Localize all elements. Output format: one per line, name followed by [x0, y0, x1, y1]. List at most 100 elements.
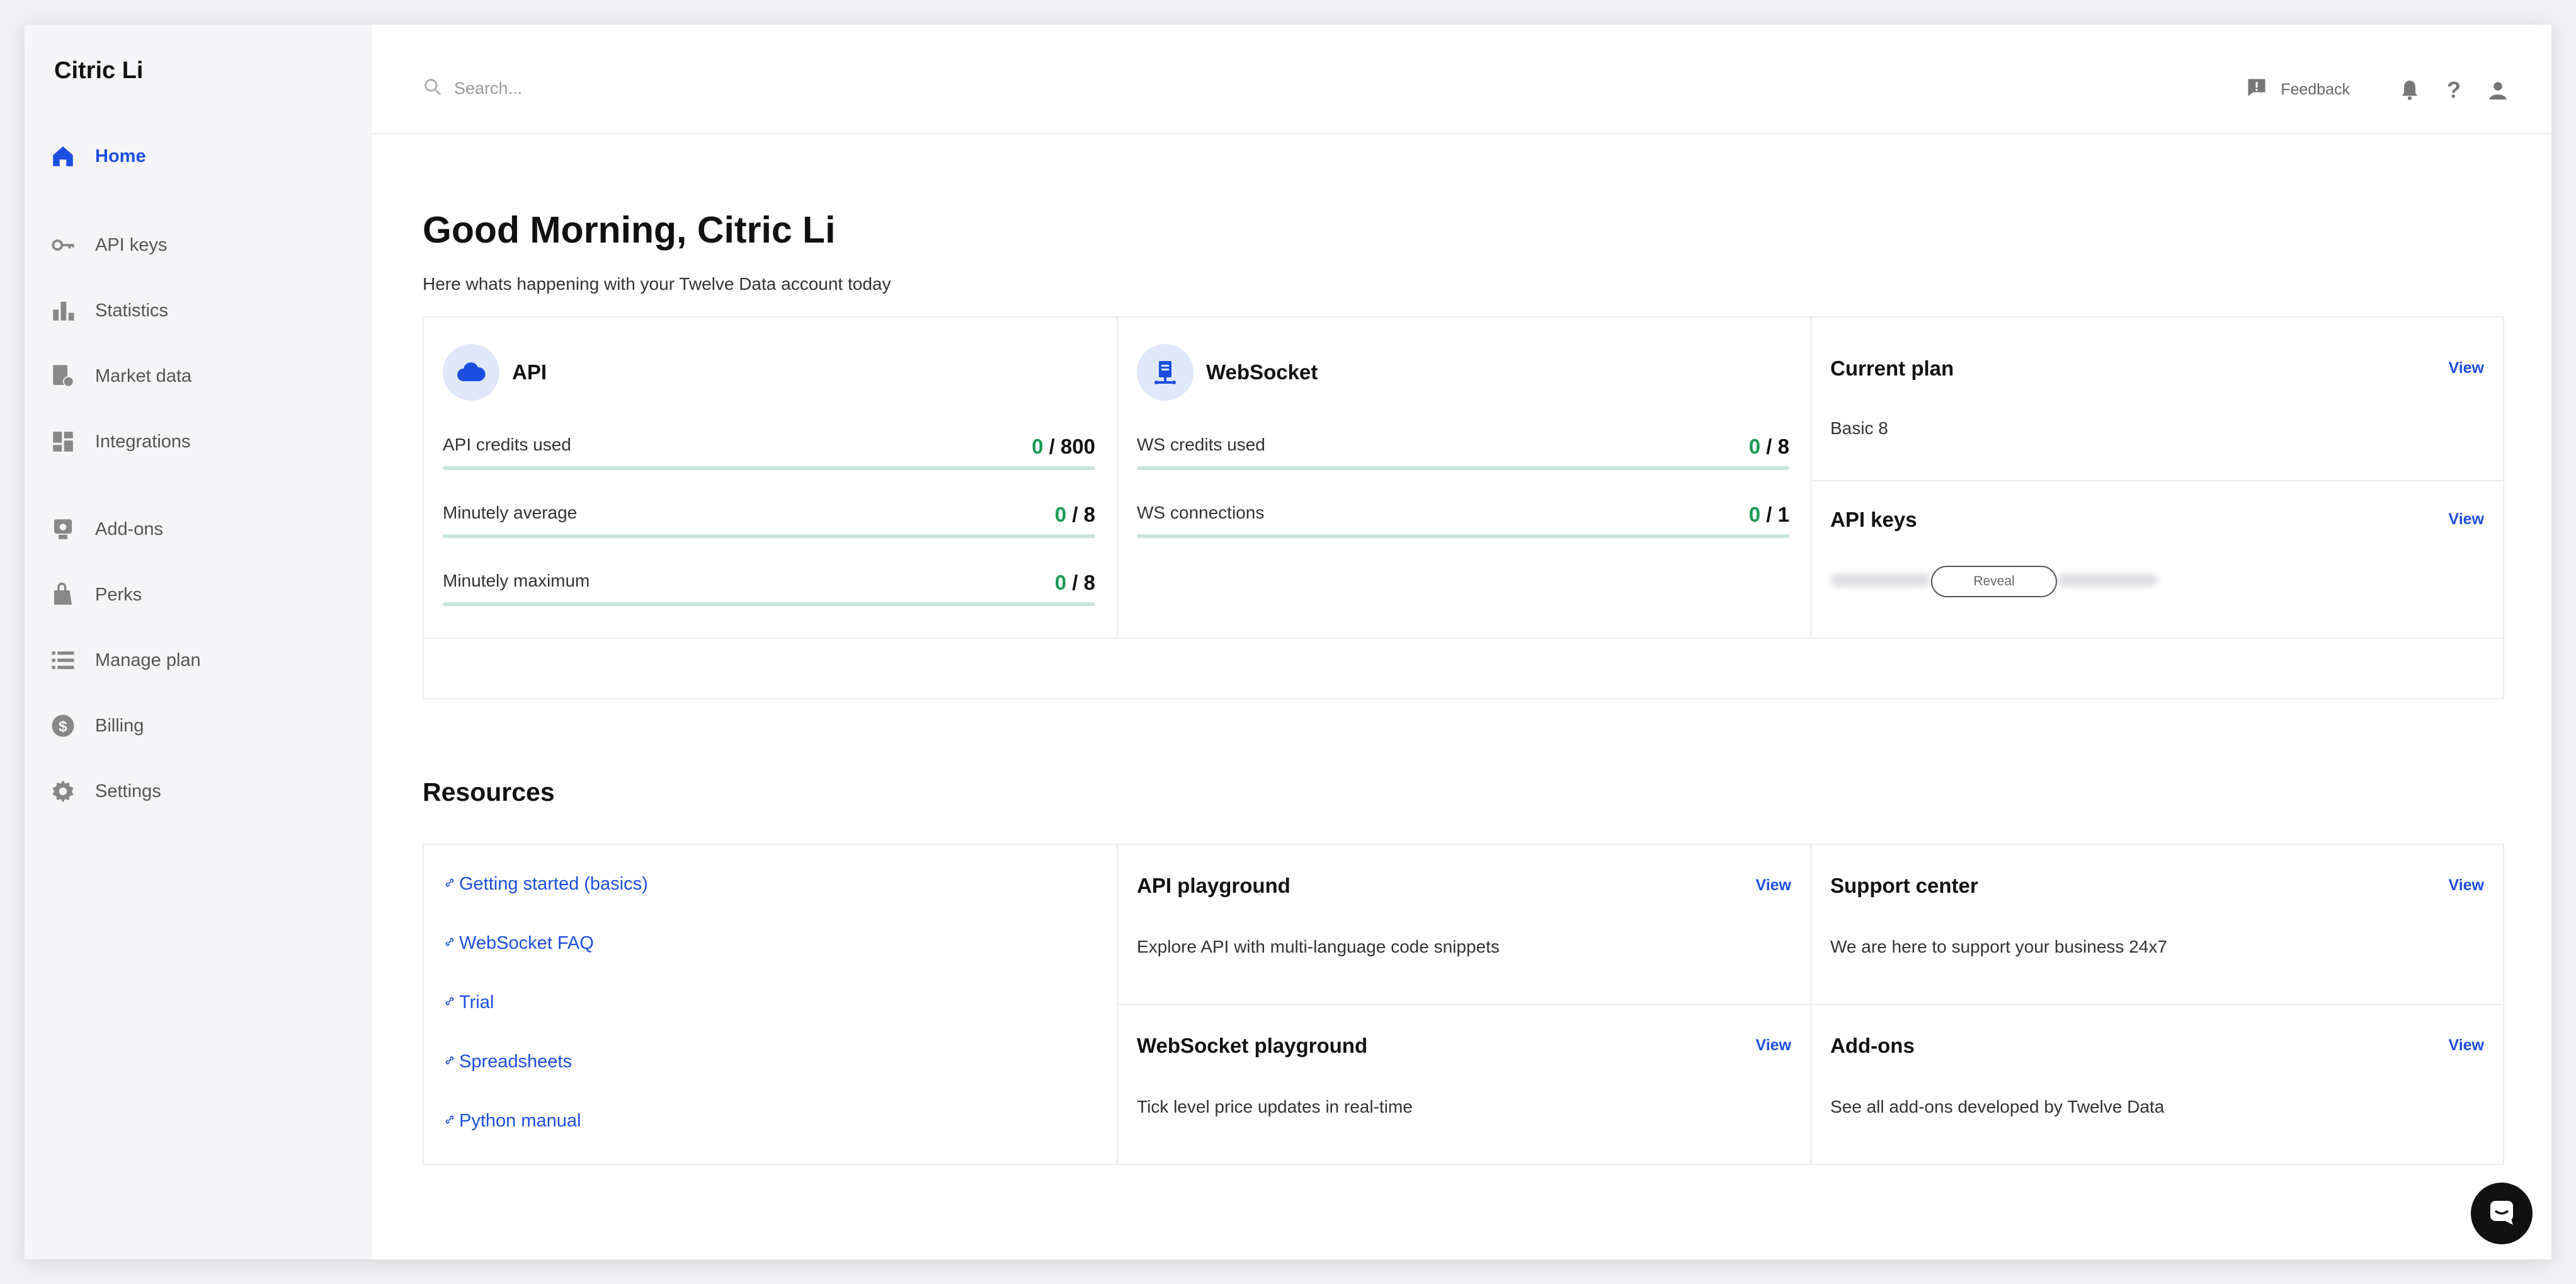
sidebar-item-label: Perks	[95, 584, 142, 605]
card-text: Tick level price updates in real-time	[1137, 1097, 1413, 1116]
sidebar-item-api-keys[interactable]: API keys	[49, 226, 167, 264]
metric-used: 0	[1748, 435, 1761, 458]
websocket-playground-card: WebSocket playground View Tick level pri…	[1118, 1005, 1810, 1164]
metric-label: WS connections	[1137, 503, 1265, 522]
card-title: API playground	[1137, 874, 1291, 897]
resources-grid: Getting started (basics) WebSocket FAQ T…	[423, 844, 2504, 1165]
chat-launcher-button[interactable]	[2471, 1183, 2533, 1244]
page-title: Good Morning, Citric Li	[423, 209, 836, 251]
usage-grid: API API credits used 0 / 800 Minutely av…	[423, 316, 2504, 699]
metric-total: / 1	[1760, 503, 1789, 526]
metric-used: 0	[1748, 503, 1761, 526]
ws-panel-title: WebSocket	[1206, 360, 1318, 384]
card-title: WebSocket playground	[1137, 1034, 1368, 1057]
bell-icon[interactable]	[2398, 78, 2422, 102]
card-text: We are here to support your business 24x…	[1830, 937, 2167, 956]
resources-title: Resources	[423, 777, 555, 806]
key-icon	[49, 231, 77, 259]
resource-link-label: WebSocket FAQ	[459, 933, 594, 953]
search-box	[423, 77, 958, 100]
sidebar-item-label: Home	[95, 146, 146, 166]
sidebar-item-label: Manage plan	[95, 650, 201, 670]
sidebar-item-billing[interactable]: $ Billing	[49, 707, 144, 745]
card-view-link[interactable]: View	[2448, 876, 2484, 895]
svg-text:$: $	[59, 718, 67, 735]
resource-link-label: Spreadsheets	[459, 1052, 572, 1072]
card-title: Add-ons	[1830, 1034, 1915, 1057]
progress-bar	[443, 534, 1095, 538]
metric-label: WS credits used	[1137, 435, 1265, 454]
sidebar-item-manage-plan[interactable]: Manage plan	[49, 641, 201, 679]
progress-bar	[443, 466, 1095, 470]
link-icon	[443, 1111, 459, 1132]
blurred-key-end	[2057, 573, 2158, 587]
sidebar-item-label: Add-ons	[95, 519, 164, 539]
sidebar-item-settings[interactable]: Settings	[49, 772, 161, 810]
help-icon[interactable]: ?	[2442, 77, 2466, 103]
resource-link[interactable]: Python manual	[443, 1111, 581, 1132]
sidebar-item-integrations[interactable]: Integrations	[49, 423, 191, 461]
divider	[424, 638, 2503, 639]
sidebar-item-label: API keys	[95, 234, 168, 255]
sidebar-item-home[interactable]: Home	[49, 137, 146, 175]
metric-value: 0 / 8	[1055, 571, 1095, 595]
resource-link[interactable]: Trial	[443, 992, 494, 1013]
sidebar-item-statistics[interactable]: Statistics	[49, 292, 168, 330]
brand-name: Citric Li	[54, 57, 144, 84]
page-subtitle: Here whats happening with your Twelve Da…	[423, 274, 891, 294]
card-view-link[interactable]: View	[1755, 876, 1791, 895]
metric-used: 0	[1054, 503, 1067, 526]
app-window: Citric Li Home API keys Statistics Marke…	[25, 25, 2551, 1259]
sidebar-item-perks[interactable]: Perks	[49, 576, 142, 614]
sidebar-item-label: Integrations	[95, 431, 191, 452]
sidebar-item-label: Market data	[95, 365, 192, 386]
feedback-button[interactable]: Feedback	[2245, 76, 2350, 103]
chat-icon	[2487, 1197, 2517, 1230]
search-input[interactable]	[454, 79, 958, 98]
resource-links: Getting started (basics) WebSocket FAQ T…	[424, 845, 1117, 1164]
resource-link[interactable]: WebSocket FAQ	[443, 933, 594, 954]
cloud-icon	[443, 344, 499, 401]
card-title: Support center	[1830, 874, 1978, 897]
metric-total: / 8	[1066, 503, 1095, 526]
link-icon	[443, 933, 459, 954]
sidebar-item-market-data[interactable]: Market data	[49, 357, 191, 395]
card-text: Explore API with multi-language code sni…	[1137, 937, 1500, 956]
progress-bar	[1137, 466, 1789, 470]
support-center-card: Support center View We are here to suppo…	[1811, 845, 2503, 1004]
resource-link-label: Trial	[459, 992, 494, 1012]
api-keys-view-link[interactable]: View	[2448, 510, 2484, 529]
sidebar-item-add-ons[interactable]: Add-ons	[49, 510, 163, 548]
api-panel: API API credits used 0 / 800 Minutely av…	[424, 318, 1117, 638]
metric-total: / 8	[1066, 571, 1095, 594]
sidebar: Citric Li Home API keys Statistics Marke…	[25, 25, 372, 1259]
resource-link[interactable]: Getting started (basics)	[443, 874, 648, 895]
card-view-link[interactable]: View	[2448, 1036, 2484, 1055]
link-icon	[443, 1052, 459, 1072]
progress-bar	[443, 602, 1095, 606]
metric-value: 0 / 800	[1032, 435, 1095, 459]
user-avatar-icon[interactable]	[2486, 78, 2510, 102]
resource-link-label: Python manual	[459, 1111, 581, 1131]
metric-label: Minutely average	[443, 503, 578, 522]
current-plan-view-link[interactable]: View	[2448, 359, 2484, 377]
top-bar: Feedback ?	[372, 25, 2551, 134]
current-plan-card: Current plan View Basic 8	[1811, 318, 2503, 480]
sidebar-item-label: Settings	[95, 781, 161, 801]
metric-value: 0 / 8	[1749, 435, 1789, 459]
current-plan-title: Current plan	[1830, 357, 1954, 380]
link-icon	[443, 992, 459, 1013]
add-ons-icon	[49, 515, 77, 543]
top-actions: Feedback ?	[2245, 76, 2510, 103]
card-view-link[interactable]: View	[1755, 1036, 1791, 1055]
home-icon	[49, 142, 77, 170]
bar-chart-icon	[49, 297, 77, 324]
reveal-key-button[interactable]: Reveal	[1931, 566, 2057, 597]
blurred-key-start	[1830, 573, 1931, 587]
metric-value: 0 / 1	[1749, 503, 1789, 527]
masked-api-key: Reveal	[1830, 566, 2158, 597]
resource-link[interactable]: Spreadsheets	[443, 1052, 572, 1072]
current-plan-value: Basic 8	[1830, 418, 1888, 438]
gear-icon	[49, 777, 77, 805]
feedback-label: Feedback	[2281, 81, 2350, 98]
